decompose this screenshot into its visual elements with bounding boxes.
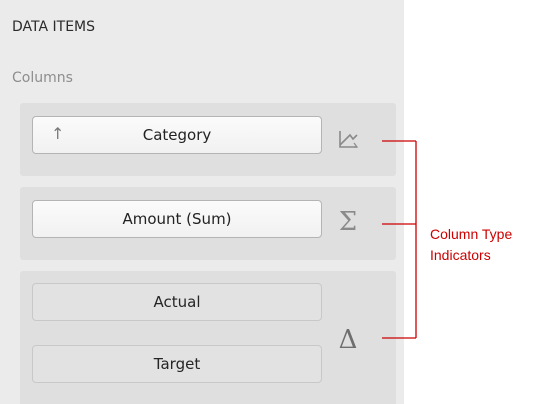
dimension-sparkline-icon[interactable] (335, 126, 361, 152)
amount-column-button[interactable]: Amount (Sum) (32, 200, 322, 238)
data-items-panel: DATA ITEMS Columns ↑ Category Amount (Su… (0, 0, 404, 404)
sparkline-glyph (339, 131, 359, 148)
delta-icon[interactable]: Δ (335, 325, 361, 355)
actual-value-button[interactable]: Actual (32, 283, 322, 321)
columns-group-label: Columns (12, 70, 73, 86)
column-card-category: ↑ Category (20, 103, 396, 176)
annotation-line-2: Indicators (430, 247, 491, 263)
sigma-icon[interactable]: Σ (335, 207, 361, 237)
category-column-button[interactable]: ↑ Category (32, 116, 322, 154)
column-type-indicators-annotation: Column Type Indicators (430, 224, 512, 266)
annotation-line-1: Column Type (430, 226, 513, 242)
category-column-label: Category (142, 126, 212, 144)
section-title: DATA ITEMS (12, 19, 96, 35)
target-value-button[interactable]: Target (32, 345, 322, 383)
column-card-amount: Amount (Sum) Σ (20, 187, 396, 260)
sort-ascending-icon: ↑ (51, 124, 65, 143)
stage: DATA ITEMS Columns ↑ Category Amount (Su… (0, 0, 554, 404)
column-card-delta: Actual Target Δ (20, 271, 396, 404)
